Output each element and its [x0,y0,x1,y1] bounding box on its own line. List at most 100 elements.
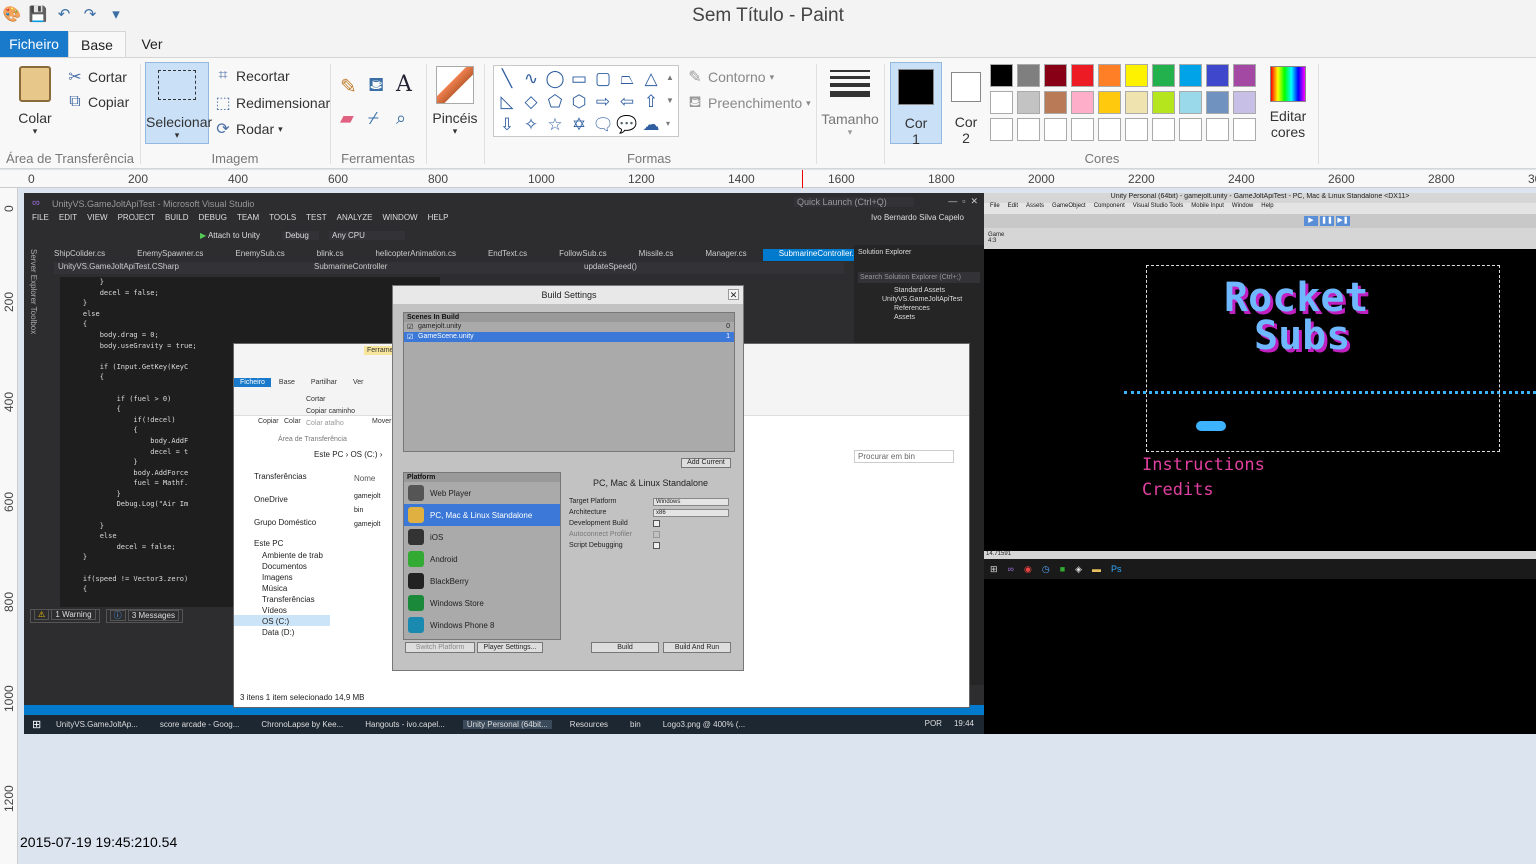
vs-menu-window[interactable]: WINDOW [383,213,418,227]
build-button[interactable]: Build [591,642,659,653]
taskbar-item[interactable]: Logo3.png @ 400% (... [659,720,749,729]
line-shape-icon[interactable]: ╲ [502,69,512,89]
color-swatch[interactable] [1206,118,1229,141]
photoshop-taskbar-icon[interactable]: Ps [1111,564,1122,574]
color-swatch[interactable] [1179,64,1202,87]
polygon-shape-icon[interactable]: ⏢ [620,69,634,89]
vs-menu-file[interactable]: FILE [32,213,49,227]
unity-menu-assets[interactable]: Assets [1026,203,1044,214]
outline-button[interactable]: ✎ Contorno ▾ [686,67,774,87]
cut-button[interactable]: ✂ Cortar [66,67,127,87]
build-and-run-button[interactable]: Build And Run [663,642,731,653]
star6-shape-icon[interactable]: ✡ [572,115,586,135]
chrome-taskbar-icon[interactable]: ◉ [1024,564,1032,575]
dev-build-checkbox[interactable] [653,520,660,527]
resize-button[interactable]: ⬚ Redimensionar [214,93,330,113]
platform-item-ios[interactable]: iOS [404,526,560,548]
close-icon[interactable]: ✕ [728,289,739,300]
unity-menu-file[interactable]: File [990,203,1000,214]
color-swatch[interactable] [1044,118,1067,141]
paint-canvas[interactable]: ∞ UnityVS.GameJoltApiTest - Microsoft Vi… [24,193,1536,734]
color-swatch[interactable] [1044,64,1067,87]
config-dropdown[interactable]: Debug [282,231,319,240]
tab-file[interactable]: Ficheiro [0,31,68,57]
nav-item[interactable]: Data (D:) [234,626,330,637]
architecture-dropdown[interactable]: x86 [653,509,729,517]
unity-menu-edit[interactable]: Edit [1008,203,1018,214]
explorer-tab-share[interactable]: Partilhar [303,378,345,387]
color-swatch[interactable] [1017,64,1040,87]
platform-dropdown[interactable]: Any CPU [329,231,405,240]
taskbar-item[interactable]: bin [626,720,645,729]
messages-filter[interactable]: ⓘ 3 Messages [105,609,183,623]
nav-item[interactable]: Transferências [234,593,330,604]
vs-menu-analyze[interactable]: ANALYZE [337,213,373,227]
curve-shape-icon[interactable]: ∿ [524,69,538,89]
explorer-tab-file[interactable]: Ficheiro [234,378,271,387]
color-swatch[interactable] [1179,91,1202,114]
language-indicator[interactable]: POR [925,719,942,728]
class-dropdown[interactable]: SubmarineController [314,262,387,271]
magnifier-icon[interactable]: ⌕ [396,108,406,129]
scene-row-selected[interactable]: ☑ GameScene.unity 1 [404,332,734,342]
tab-home[interactable]: Base [68,31,126,58]
folder-taskbar-icon[interactable]: ▬ [1092,564,1101,574]
color-swatch[interactable] [1125,91,1148,114]
nav-item[interactable]: Grupo Doméstico [234,515,330,530]
hangouts-taskbar-icon[interactable]: ■ [1060,564,1065,574]
color-swatch[interactable] [1044,91,1067,114]
pause-button[interactable]: ❚❚ [1320,216,1334,226]
color-swatch[interactable] [990,91,1013,114]
shapes-scroll[interactable]: ▲ ▼ ▾ [666,66,674,135]
color-swatch[interactable] [1206,64,1229,87]
down-arrow-shape-icon[interactable]: ⇩ [500,115,514,135]
nav-item[interactable]: Este PC [234,536,330,551]
doc-tab[interactable]: FollowSub.cs [543,249,623,261]
color2-button[interactable]: Cor 2 [944,62,988,146]
color-swatch[interactable] [1152,64,1175,87]
star4-shape-icon[interactable]: ✧ [524,115,538,135]
vs-quick-launch[interactable]: Quick Launch (Ctrl+Q) [794,197,914,207]
paste-button[interactable]: Colar ▾ [14,66,56,137]
right-triangle-shape-icon[interactable]: ◺ [500,92,513,112]
color-swatch[interactable] [1017,91,1040,114]
vs-taskbar-icon[interactable]: ∞ [1008,564,1014,574]
triangle-shape-icon[interactable]: △ [644,69,657,89]
taskbar-item[interactable]: Unity Personal (64bit... [462,720,552,729]
color-swatch[interactable] [1017,118,1040,141]
nav-item[interactable]: OS (C:) [234,615,330,626]
target-platform-dropdown[interactable]: Windows [653,498,729,506]
explorer-tab-view[interactable]: Ver [345,378,372,387]
doc-tab[interactable]: EndText.cs [472,249,543,261]
explorer-copy-button[interactable]: Copiar [258,418,279,425]
taskbar-item[interactable]: Hangouts - ivo.capel... [361,720,449,729]
text-icon[interactable]: A [396,72,412,97]
taskbar-item[interactable]: Resources [566,720,612,729]
vs-menu-help[interactable]: HELP [428,213,449,227]
play-button[interactable]: ▶ [1304,216,1318,226]
nav-item[interactable]: Vídeos [234,604,330,615]
brushes-button[interactable]: Pincéis ▾ [432,66,478,137]
script-debug-checkbox[interactable] [653,542,660,549]
vs-user-name[interactable]: Ivo Bernardo Silva Capelo [871,213,964,227]
vs-menu-project[interactable]: PROJECT [118,213,155,227]
tab-view[interactable]: Ver [132,31,172,57]
fill-button[interactable]: ⛾ Preenchimento ▾ [686,93,810,113]
taskbar-item[interactable]: UnityVS.GameJoltAp... [52,720,142,729]
aspect-dropdown[interactable]: 4:3 [988,238,1532,244]
vs-window-controls[interactable]: — ▫ ✕ [948,196,978,207]
rectangle-shape-icon[interactable]: ▭ [571,69,587,89]
callout-rect-shape-icon[interactable]: 🗨 [592,115,614,135]
color-swatch[interactable] [1233,118,1256,141]
doc-tab[interactable]: Missile.cs [623,249,690,261]
crop-button[interactable]: ⌗ Recortar [214,67,289,85]
eraser-icon[interactable]: ▰ [340,108,354,129]
platform-item-windows-phone[interactable]: Windows Phone 8 [404,614,560,636]
color-swatch[interactable] [1152,91,1175,114]
copy-button[interactable]: ⧉ Copiar [66,93,129,111]
oval-shape-icon[interactable]: ◯ [545,69,564,89]
instructions-menu-item[interactable]: Instructions [1142,453,1265,478]
color-swatch[interactable] [1098,64,1121,87]
checkbox-checked-icon[interactable]: ☑ [407,323,413,331]
scene-row[interactable]: ☑ gamejolt.unity 0 [404,322,734,332]
